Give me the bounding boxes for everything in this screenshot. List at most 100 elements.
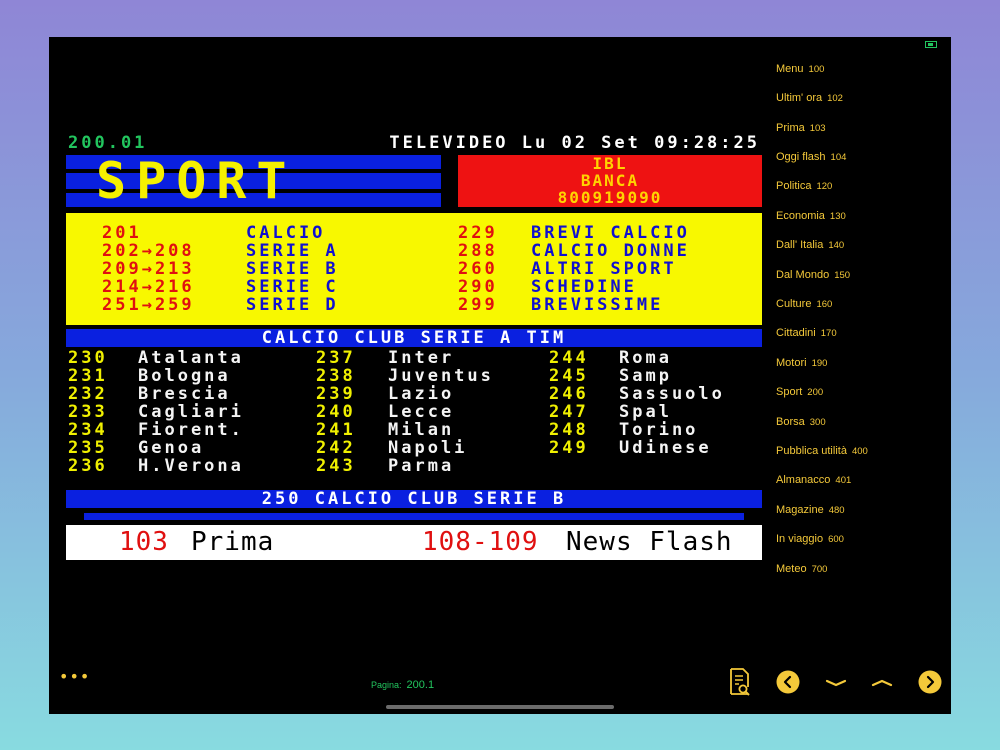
home-indicator[interactable] xyxy=(386,705,614,709)
menu-item-menu[interactable]: Menu 100 xyxy=(776,59,824,75)
club-name[interactable]: Napoli xyxy=(388,439,467,457)
divider xyxy=(84,513,744,520)
club-page[interactable]: 248 xyxy=(549,421,589,439)
club-page[interactable]: 240 xyxy=(316,403,356,421)
club-row: 233 Cagliari 240 Lecce 247 Spal xyxy=(66,403,762,421)
index-page: 229 xyxy=(458,223,498,243)
menu-item-meteo[interactable]: Meteo 700 xyxy=(776,559,827,575)
menu-item-cittadini[interactable]: Cittadini 170 xyxy=(776,323,837,339)
menu-item-sport[interactable]: Sport 200 xyxy=(776,382,823,398)
chevron-up-icon[interactable] xyxy=(871,675,893,689)
menu-item-magazine[interactable]: Magazine 480 xyxy=(776,500,845,516)
more-menu-button[interactable]: ••• xyxy=(59,669,89,685)
club-page[interactable]: 243 xyxy=(316,457,356,475)
club-page[interactable]: 232 xyxy=(68,385,108,403)
index-label: SERIE B xyxy=(246,259,339,279)
club-name[interactable]: Parma xyxy=(388,457,454,475)
club-page[interactable]: 238 xyxy=(316,367,356,385)
page-value: 200.1 xyxy=(406,679,435,691)
club-page[interactable]: 235 xyxy=(68,439,108,457)
club-page[interactable]: 230 xyxy=(68,349,108,367)
club-page[interactable]: 231 xyxy=(68,367,108,385)
chevron-left-circle-icon[interactable] xyxy=(776,670,800,694)
menu-item-pubblica-utilita[interactable]: Pubblica utilità 400 xyxy=(776,441,868,457)
fastext-page[interactable]: 103 xyxy=(119,525,169,560)
index-row[interactable]: 251→259 SERIE D 299 BREVISSIME xyxy=(66,296,762,314)
menu-item-oggi-flash[interactable]: Oggi flash 104 xyxy=(776,147,846,163)
chevron-right-circle-icon[interactable] xyxy=(918,670,942,694)
club-name[interactable]: Inter xyxy=(388,349,454,367)
menu-item-prima[interactable]: Prima 103 xyxy=(776,118,826,134)
club-name[interactable]: Fiorent. xyxy=(138,421,244,439)
index-row[interactable]: 209→213 SERIE B 260 ALTRI SPORT xyxy=(66,260,762,278)
menu-item-dal-mondo[interactable]: Dal Mondo 150 xyxy=(776,265,850,281)
index-label: BREVI CALCIO xyxy=(531,223,690,243)
club-name[interactable]: Roma xyxy=(619,349,672,367)
sport-index: 201 CALCIO 229 BREVI CALCIO 202→208 SERI… xyxy=(66,213,762,325)
club-name[interactable]: Udinese xyxy=(619,439,712,457)
menu-item-motori[interactable]: Motori 190 xyxy=(776,353,827,369)
teletext-app: 200.01 TELEVIDEO Lu 02 Set 09:28:25 SPOR… xyxy=(49,37,951,714)
fastext-label[interactable]: News Flash xyxy=(566,525,733,560)
battery-icon xyxy=(925,41,937,48)
club-name[interactable]: Milan xyxy=(388,421,454,439)
club-name[interactable]: Bologna xyxy=(138,367,231,385)
index-page: 290 xyxy=(458,277,498,297)
index-row[interactable]: 202→208 SERIE A 288 CALCIO DONNE xyxy=(66,242,762,260)
club-name[interactable]: H.Verona xyxy=(138,457,244,475)
club-page[interactable]: 244 xyxy=(549,349,589,367)
section-title: SPORT xyxy=(96,152,297,210)
menu-item-borsa[interactable]: Borsa 300 xyxy=(776,412,826,428)
club-name[interactable]: Sassuolo xyxy=(619,385,725,403)
fastext-page[interactable]: 108-109 xyxy=(422,525,539,560)
club-page[interactable]: 239 xyxy=(316,385,356,403)
index-page: 251→259 xyxy=(102,295,195,315)
club-row: 236 H.Verona 243 Parma xyxy=(66,457,762,475)
club-name[interactable]: Lazio xyxy=(388,385,454,403)
sport-banner: SPORT xyxy=(66,155,441,207)
club-page[interactable]: 241 xyxy=(316,421,356,439)
club-page[interactable]: 245 xyxy=(549,367,589,385)
menu-item-ultim-ora[interactable]: Ultim' ora 102 xyxy=(776,88,843,104)
chevron-down-icon[interactable] xyxy=(825,675,847,689)
club-name[interactable]: Spal xyxy=(619,403,672,421)
club-page[interactable]: 236 xyxy=(68,457,108,475)
page-indicator[interactable]: Pagina: 200.1 xyxy=(371,675,434,693)
club-page[interactable]: 237 xyxy=(316,349,356,367)
club-name[interactable]: Samp xyxy=(619,367,672,385)
club-name[interactable]: Torino xyxy=(619,421,698,439)
document-search-icon[interactable] xyxy=(728,667,752,697)
index-row[interactable]: 214→216 SERIE C 290 SCHEDINE xyxy=(66,278,762,296)
club-name[interactable]: Brescia xyxy=(138,385,231,403)
club-page[interactable]: 246 xyxy=(549,385,589,403)
menu-item-in-viaggio[interactable]: In viaggio 600 xyxy=(776,529,844,545)
menu-item-dall-italia[interactable]: Dall' Italia 140 xyxy=(776,235,844,251)
menu-item-almanacco[interactable]: Almanacco 401 xyxy=(776,470,851,486)
menu-item-culture[interactable]: Culture 160 xyxy=(776,294,832,310)
club-name[interactable]: Cagliari xyxy=(138,403,244,421)
club-name[interactable]: Genoa xyxy=(138,439,204,457)
teletext-page: 200.01 TELEVIDEO Lu 02 Set 09:28:25 SPOR… xyxy=(66,132,762,562)
ad-line: IBL xyxy=(592,154,628,173)
club-name[interactable]: Lecce xyxy=(388,403,454,421)
club-name[interactable]: Juventus xyxy=(388,367,494,385)
serie-b-header[interactable]: 250 CALCIO CLUB SERIE B xyxy=(66,490,762,508)
club-row: 234 Fiorent. 241 Milan 248 Torino xyxy=(66,421,762,439)
index-page: 214→216 xyxy=(102,277,195,297)
fastext-label[interactable]: Prima xyxy=(191,525,274,560)
ad-box: IBL BANCA 800919090 xyxy=(458,155,762,207)
page-label: Pagina: xyxy=(371,680,402,690)
menu-item-economia[interactable]: Economia 130 xyxy=(776,206,846,222)
serie-a-header[interactable]: CALCIO CLUB SERIE A TIM xyxy=(66,329,762,347)
club-name[interactable]: Atalanta xyxy=(138,349,244,367)
fastext-bar: 103 Prima 108-109 News Flash xyxy=(66,525,762,560)
index-label: SERIE C xyxy=(246,277,339,297)
menu-item-politica[interactable]: Politica 120 xyxy=(776,176,832,192)
index-row[interactable]: 201 CALCIO 229 BREVI CALCIO xyxy=(66,224,762,242)
club-page[interactable]: 249 xyxy=(549,439,589,457)
club-page[interactable]: 242 xyxy=(316,439,356,457)
club-row: 232 Brescia 239 Lazio 246 Sassuolo xyxy=(66,385,762,403)
club-page[interactable]: 234 xyxy=(68,421,108,439)
club-page[interactable]: 247 xyxy=(549,403,589,421)
club-page[interactable]: 233 xyxy=(68,403,108,421)
